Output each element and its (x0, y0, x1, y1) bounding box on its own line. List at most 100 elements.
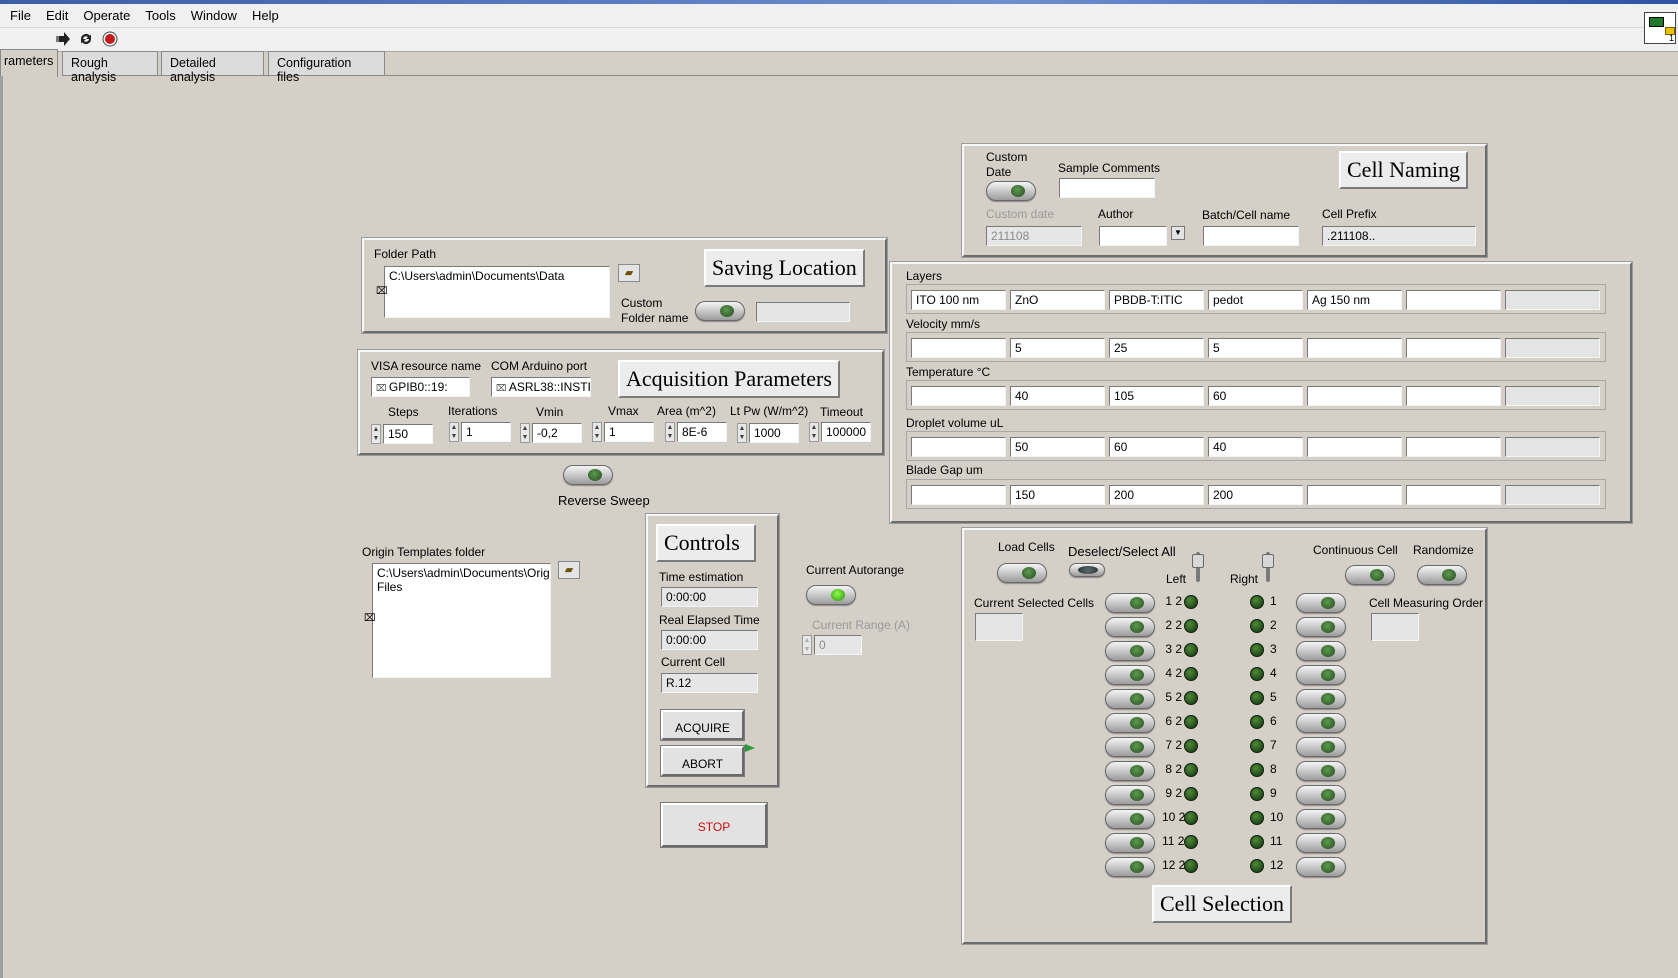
run-continuously-icon[interactable] (78, 31, 94, 47)
left-cell-toggle[interactable] (1105, 737, 1155, 757)
droplet-field-2[interactable]: 50 (1010, 437, 1105, 457)
vmax-field[interactable]: 1 (604, 422, 654, 442)
velocity-field-6[interactable] (1406, 338, 1501, 358)
acquire-button[interactable]: ACQUIRE (661, 710, 744, 740)
custom-folder-toggle[interactable] (695, 301, 745, 321)
blade-gap-field-6[interactable] (1406, 485, 1501, 505)
randomize-toggle[interactable] (1417, 565, 1467, 585)
abort-stop-icon[interactable] (102, 31, 118, 47)
temperature-field-2[interactable]: 40 (1010, 386, 1105, 406)
current-autorange-toggle[interactable] (806, 585, 856, 605)
layer-field-1[interactable]: ITO 100 nm (911, 290, 1006, 310)
author-field[interactable] (1099, 226, 1167, 246)
tab-rough-analysis[interactable]: Rough analysis (62, 51, 158, 84)
right-cell-toggle[interactable] (1296, 665, 1346, 685)
right-slider[interactable] (1262, 552, 1274, 582)
right-cell-toggle[interactable] (1296, 809, 1346, 829)
blade-gap-field-3[interactable]: 200 (1109, 485, 1204, 505)
temperature-field-3[interactable]: 105 (1109, 386, 1204, 406)
temperature-field-4[interactable]: 60 (1208, 386, 1303, 406)
layer-field-5[interactable]: Ag 150 nm (1307, 290, 1402, 310)
com-port-field[interactable]: ⌧ ASRL38::INSTR (491, 377, 591, 397)
velocity-field-4[interactable]: 5 (1208, 338, 1303, 358)
temperature-field-1[interactable] (911, 386, 1006, 406)
right-cell-toggle[interactable] (1296, 833, 1346, 853)
stop-button[interactable]: STOP (661, 803, 767, 847)
right-cell-toggle[interactable] (1296, 617, 1346, 637)
blade-gap-field-5[interactable] (1307, 485, 1402, 505)
steps-field[interactable]: 150 (383, 424, 433, 444)
custom-folder-name-field[interactable] (756, 302, 850, 322)
left-cell-toggle[interactable] (1105, 713, 1155, 733)
sample-comments-field[interactable] (1059, 178, 1155, 198)
left-cell-toggle[interactable] (1105, 689, 1155, 709)
velocity-field-1[interactable] (911, 338, 1006, 358)
iterations-spinner[interactable]: ▲ ▼ (449, 422, 459, 442)
menu-help[interactable]: Help (252, 8, 279, 23)
right-cell-toggle[interactable] (1296, 641, 1346, 661)
menu-operate[interactable]: Operate (83, 8, 130, 23)
light-power-field[interactable]: 1000 (749, 423, 799, 443)
menu-edit[interactable]: Edit (46, 8, 68, 23)
layer-field-6[interactable] (1406, 290, 1501, 310)
iterations-field[interactable]: 1 (461, 422, 511, 442)
timeout-spinner[interactable]: ▲ ▼ (809, 422, 819, 442)
layer-field-2[interactable]: ZnO (1010, 290, 1105, 310)
folder-path-field[interactable]: C:\Users\admin\Documents\Data (384, 266, 610, 318)
menu-window[interactable]: Window (191, 8, 237, 23)
left-cell-toggle[interactable] (1105, 665, 1155, 685)
vmin-spinner[interactable]: ▲ ▼ (520, 423, 530, 443)
menu-file[interactable]: File (10, 8, 31, 23)
tab-configuration-files[interactable]: Configuration files (268, 51, 385, 84)
temperature-field-6[interactable] (1406, 386, 1501, 406)
layer-field-4[interactable]: pedot (1208, 290, 1303, 310)
area-field[interactable]: 8E-6 (677, 422, 727, 442)
tab-parameters[interactable]: rameters (0, 49, 58, 77)
folder-browse-icon[interactable]: ▰ (618, 264, 640, 282)
right-cell-toggle[interactable] (1296, 689, 1346, 709)
tab-detailed-analysis[interactable]: Detailed analysis (161, 51, 264, 84)
left-cell-toggle[interactable] (1105, 857, 1155, 877)
visa-resource-field[interactable]: ⌧ GPIB0::19: (371, 377, 470, 397)
right-cell-toggle[interactable] (1296, 785, 1346, 805)
right-cell-toggle[interactable] (1296, 593, 1346, 613)
left-cell-toggle[interactable] (1105, 761, 1155, 781)
steps-spinner[interactable]: ▲ ▼ (371, 424, 381, 444)
left-cell-toggle[interactable] (1105, 617, 1155, 637)
reverse-sweep-toggle[interactable] (563, 465, 613, 485)
right-cell-toggle[interactable] (1296, 761, 1346, 781)
custom-date-toggle[interactable] (986, 181, 1036, 201)
velocity-field-3[interactable]: 25 (1109, 338, 1204, 358)
load-cells-toggle[interactable] (997, 563, 1047, 583)
droplet-field-6[interactable] (1406, 437, 1501, 457)
right-cell-toggle[interactable] (1296, 737, 1346, 757)
left-cell-toggle[interactable] (1105, 833, 1155, 853)
right-cell-toggle[interactable] (1296, 857, 1346, 877)
droplet-field-1[interactable] (911, 437, 1006, 457)
temperature-field-5[interactable] (1307, 386, 1402, 406)
velocity-field-5[interactable] (1307, 338, 1402, 358)
author-dropdown-icon[interactable]: ▼ (1171, 226, 1185, 240)
run-arrow-icon[interactable] (55, 31, 71, 47)
left-cell-toggle[interactable] (1105, 641, 1155, 661)
blade-gap-field-4[interactable]: 200 (1208, 485, 1303, 505)
left-slider[interactable] (1192, 552, 1204, 582)
blade-gap-field-2[interactable]: 150 (1010, 485, 1105, 505)
droplet-field-4[interactable]: 40 (1208, 437, 1303, 457)
right-cell-toggle[interactable] (1296, 713, 1346, 733)
left-cell-toggle[interactable] (1105, 785, 1155, 805)
continuous-cell-toggle[interactable] (1345, 565, 1395, 585)
menu-tools[interactable]: Tools (145, 8, 175, 23)
vmax-spinner[interactable]: ▲ ▼ (592, 422, 602, 442)
area-spinner[interactable]: ▲ ▼ (665, 422, 675, 442)
origin-browse-icon[interactable]: ▰ (558, 561, 580, 579)
origin-templates-field[interactable]: C:\Users\admin\Documents\OriginLab\User … (372, 563, 551, 678)
droplet-field-3[interactable]: 60 (1109, 437, 1204, 457)
timeout-field[interactable]: 100000 (821, 422, 871, 442)
vmin-field[interactable]: -0,2 (532, 423, 582, 443)
layer-field-3[interactable]: PBDB-T:ITIC (1109, 290, 1204, 310)
light-power-spinner[interactable]: ▲ ▼ (737, 423, 747, 443)
deselect-select-all-toggle[interactable] (1069, 563, 1105, 577)
blade-gap-field-1[interactable] (911, 485, 1006, 505)
left-cell-toggle[interactable] (1105, 593, 1155, 613)
